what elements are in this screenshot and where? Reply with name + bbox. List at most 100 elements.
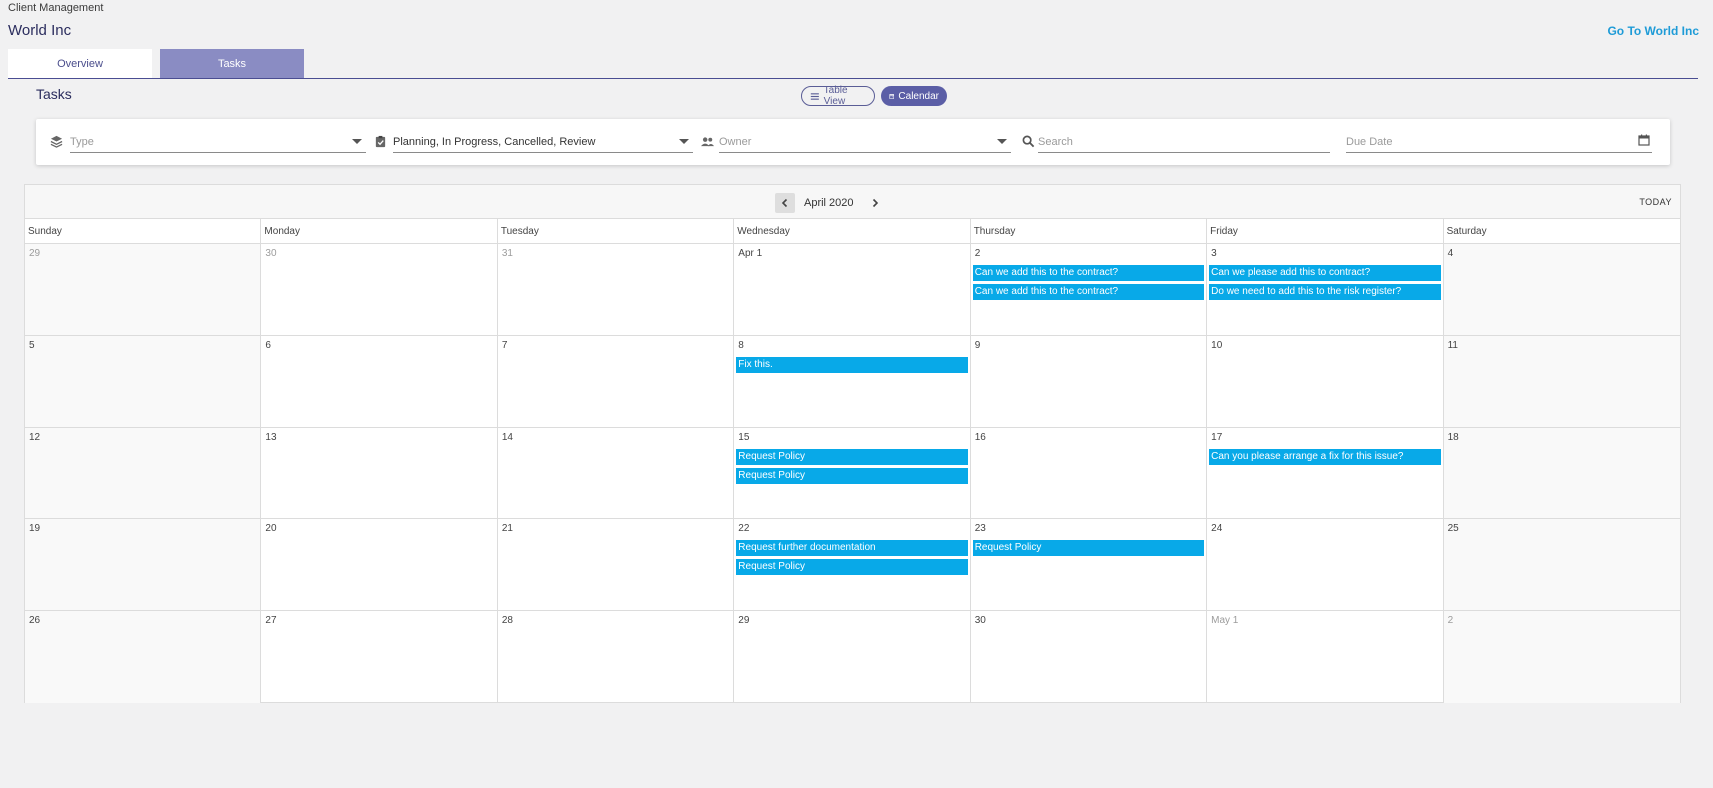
search-input[interactable]: Search: [1038, 131, 1330, 153]
breadcrumb: Client Management: [8, 2, 104, 14]
calendar-day-cell[interactable]: 30: [971, 611, 1208, 703]
search-placeholder: Search: [1038, 135, 1073, 148]
calendar-day-cell[interactable]: 31: [497, 244, 735, 336]
weekday-label: Wednesday: [734, 219, 971, 244]
calendar-day-cell[interactable]: 15 Request Policy Request Policy: [734, 427, 971, 520]
chevron-right-icon: [872, 198, 879, 208]
calendar-day-cell[interactable]: 17 Can you please arrange a fix for this …: [1207, 427, 1444, 520]
month-label: April 2020: [804, 197, 854, 209]
owner-placeholder: Owner: [719, 135, 752, 148]
calendar-day-cell[interactable]: 20: [261, 519, 498, 612]
calendar-day-cell[interactable]: 22 Request further documentation Request P…: [734, 519, 971, 612]
day-number: 17: [1211, 431, 1223, 443]
calendar-day-cell[interactable]: 14: [497, 427, 735, 520]
calendar-event[interactable]: Can we add this to the contract?: [972, 284, 1205, 300]
calendar-event[interactable]: Can we please add this to contract?: [1209, 265, 1441, 281]
day-number: 25: [1447, 523, 1459, 535]
calendar-event[interactable]: Fix this.: [736, 356, 968, 373]
calendar-day-cell[interactable]: 6: [261, 335, 498, 428]
calendar-icon[interactable]: [1638, 134, 1650, 146]
day-number: 28: [501, 615, 513, 627]
calendar-day-cell[interactable]: 24: [1207, 519, 1444, 612]
clipboard-check-icon: [375, 135, 386, 148]
section-title: Tasks: [36, 86, 72, 102]
calendar-event[interactable]: Request Policy: [736, 467, 968, 484]
calendar-event[interactable]: Request Policy: [736, 448, 968, 465]
calendar-day-cell[interactable]: 5: [25, 335, 262, 428]
calendar-day-cell[interactable]: 30: [261, 244, 498, 336]
calendar-day-cell[interactable]: 11: [1443, 335, 1680, 428]
layers-icon: [50, 135, 63, 148]
calendar-day-cell[interactable]: 23 Request Policy: [970, 519, 1208, 612]
calendar-icon: [889, 93, 895, 99]
page-title: World Inc: [8, 22, 72, 39]
day-number: 22: [738, 523, 750, 535]
status-select[interactable]: Planning, In Progress, Cancelled, Review: [393, 131, 693, 153]
calendar-event[interactable]: Request Policy: [972, 540, 1205, 557]
calendar-event[interactable]: Request Policy: [736, 559, 968, 576]
calendar-day-cell[interactable]: 18: [1443, 427, 1680, 520]
calendar-day-cell[interactable]: 19: [25, 519, 262, 612]
weekday-label: Friday: [1207, 219, 1444, 244]
day-number: 30: [974, 615, 986, 627]
calendar-day-cell[interactable]: 12: [25, 427, 262, 520]
calendar: April 2020 TODAY Sunday Monday Tuesday W…: [24, 184, 1681, 703]
weekday-label: Tuesday: [498, 219, 735, 244]
tab-tasks[interactable]: Tasks: [160, 49, 304, 78]
calendar-event[interactable]: Request further documentation: [736, 540, 968, 557]
calendar-day-cell[interactable]: 16: [970, 427, 1208, 520]
calendar-event[interactable]: Can you please arrange a fix for this is…: [1209, 448, 1441, 465]
due-date-input[interactable]: Due Date: [1346, 131, 1652, 153]
calendar-day-cell[interactable]: Apr 1: [734, 244, 971, 336]
day-number: 19: [29, 523, 41, 535]
calendar-day-cell[interactable]: 8 Fix this.: [734, 335, 971, 428]
calendar-day-cell[interactable]: 4: [1443, 244, 1680, 336]
calendar-day-cell[interactable]: 26: [25, 611, 262, 703]
calendar-day-cell[interactable]: 27: [261, 611, 498, 703]
due-date-placeholder: Due Date: [1346, 135, 1393, 148]
day-number: 30: [265, 248, 277, 259]
day-number: 29: [29, 248, 41, 259]
people-icon: [701, 137, 714, 147]
calendar-day-cell[interactable]: 21: [497, 519, 735, 612]
list-icon: [810, 92, 819, 100]
chevron-left-icon: [781, 198, 788, 208]
type-placeholder: Type: [70, 135, 94, 148]
owner-select[interactable]: Owner: [719, 131, 1011, 153]
calendar-event[interactable]: Do we need to add this to the risk regis…: [1209, 284, 1441, 300]
calendar-day-cell[interactable]: 13: [261, 427, 498, 520]
day-number: Apr 1: [738, 248, 763, 259]
table-view-button[interactable]: Table View: [801, 85, 875, 107]
day-number: 3: [1211, 248, 1217, 259]
calendar-view-button[interactable]: Calendar: [881, 86, 947, 106]
previous-month-button[interactable]: [775, 193, 795, 213]
calendar-day-cell[interactable]: 29: [734, 611, 971, 703]
calendar-day-cell[interactable]: 9: [970, 335, 1208, 428]
day-number: 24: [1211, 523, 1223, 535]
day-number: 4: [1447, 248, 1454, 259]
day-number: 10: [1211, 339, 1223, 351]
calendar-day-cell[interactable]: May 1: [1207, 611, 1444, 703]
tab-overview[interactable]: Overview: [8, 49, 152, 78]
calendar-event[interactable]: Can we add this to the contract?: [972, 265, 1205, 281]
calendar-day-cell[interactable]: 7: [497, 335, 735, 428]
type-select[interactable]: Type: [70, 131, 366, 153]
calendar-day-cell[interactable]: 10: [1207, 335, 1444, 428]
calendar-day-cell[interactable]: 2: [1443, 611, 1680, 703]
day-number: 13: [265, 431, 277, 443]
calendar-day-cell[interactable]: 25: [1443, 519, 1680, 612]
go-to-client-link[interactable]: Go To World Inc: [1607, 24, 1699, 38]
weekday-label: Saturday: [1446, 226, 1487, 237]
filter-panel: Type Planning, In Progress, Cancelled, R…: [36, 119, 1670, 165]
weekday-label: Thursday: [971, 219, 1208, 244]
day-number: 27: [265, 615, 277, 627]
today-button[interactable]: TODAY: [1639, 197, 1672, 207]
status-value: Planning, In Progress, Cancelled, Review: [393, 135, 596, 148]
calendar-day-cell[interactable]: 28: [498, 611, 735, 703]
calendar-day-cell[interactable]: 2 Can we add this to the contract? Can we …: [970, 244, 1208, 336]
day-number: 23: [974, 523, 986, 535]
next-month-button[interactable]: [865, 193, 885, 213]
day-number: 21: [501, 523, 513, 535]
calendar-day-cell[interactable]: 3 Can we please add this to contract? Do w…: [1207, 244, 1444, 336]
calendar-day-cell[interactable]: 29: [25, 244, 262, 336]
